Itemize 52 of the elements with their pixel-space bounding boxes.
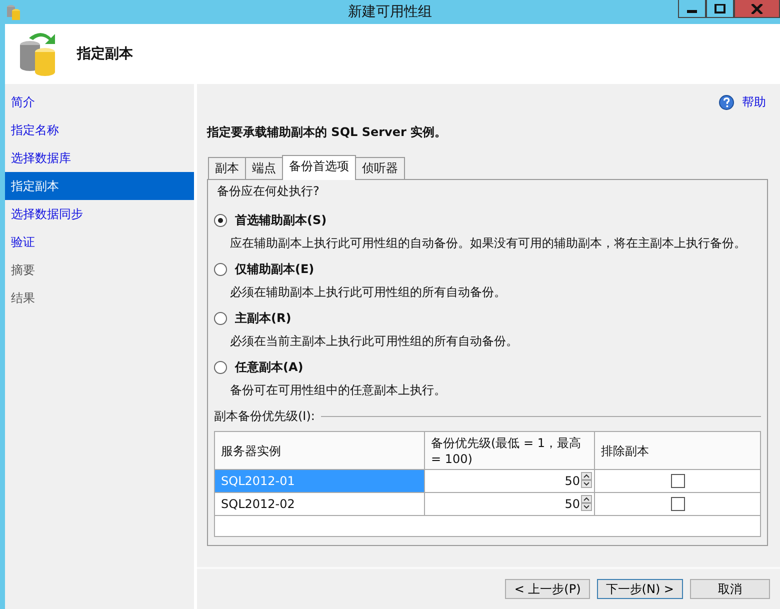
maximize-icon [714,4,726,14]
help-icon [719,94,734,110]
sidebar-item[interactable]: 指定副本 [5,172,194,200]
column-header: 服务器实例 [215,432,425,470]
option-description: 必须在辅助副本上执行此可用性组的所有自动备份。 [229,284,507,301]
wizard-button[interactable]: < 上一步(P) [505,579,590,599]
radio-button[interactable] [214,312,227,325]
radio-label: 首选辅助副本(S) [235,212,327,229]
sidebar-item[interactable]: 验证 [5,228,194,256]
priority-value[interactable]: 50 [564,497,580,511]
page-title: 指定副本 [77,45,133,63]
radio-button[interactable] [214,263,227,276]
minimize-icon [687,10,697,13]
radio-button[interactable] [214,214,227,227]
tab[interactable]: 侦听器 [355,157,405,179]
table-cell[interactable]: SQL2012-02 [215,493,425,516]
close-icon [751,4,763,14]
database-icon [6,3,22,21]
sidebar-item[interactable]: 选择数据同步 [5,200,194,228]
tab[interactable]: 备份首选项 [282,155,356,180]
spinner-icon[interactable] [581,494,592,514]
window-title: 新建可用性组 [348,3,432,21]
column-header: 排除副本 [595,432,760,470]
sidebar-item[interactable]: 指定名称 [5,116,194,144]
priority-value[interactable]: 50 [564,474,580,488]
maximize-button[interactable] [706,0,734,18]
sidebar-item[interactable]: 简介 [5,88,194,116]
radio-option[interactable]: 任意副本(A) [214,359,761,376]
minimize-button[interactable] [678,0,706,18]
wizard-button[interactable]: 下一步(N) > [596,579,683,599]
radio-label: 主副本(R) [235,310,292,327]
option-description: 应在辅助副本上执行此可用性组的自动备份。如果没有可用的辅助副本，将在主副本上执行备份。 [229,235,747,252]
sidebar-item[interactable]: 选择数据库 [5,144,194,172]
radio-option[interactable]: 首选辅助副本(S) [214,212,761,229]
checkbox[interactable] [670,474,684,488]
column-header: 备份优先级(最低 = 1，最高 = 100) [425,432,595,470]
radio-option[interactable]: 主副本(R) [214,310,761,327]
wizard-button[interactable]: 取消 [690,579,770,599]
tab[interactable]: 副本 [208,157,246,179]
radio-button[interactable] [214,361,227,374]
option-description: 备份可在可用性组中的任意副本上执行。 [229,382,447,399]
spinner-icon[interactable] [581,472,592,490]
help-link[interactable]: 帮助 [742,94,766,110]
option-description: 必须在当前主副本上执行此可用性组的所有自动备份。 [229,333,519,350]
radio-label: 任意副本(A) [235,359,304,376]
checkbox[interactable] [670,497,684,511]
radio-option[interactable]: 仅辅助副本(E) [214,261,761,278]
question-label: 备份应在何处执行? [216,183,320,200]
instruction-text: 指定要承载辅助副本的 SQL Server 实例。 [207,124,448,141]
radio-label: 仅辅助副本(E) [235,261,314,278]
group-label: 副本备份优先级(I): [214,408,315,425]
close-button[interactable] [734,0,780,18]
